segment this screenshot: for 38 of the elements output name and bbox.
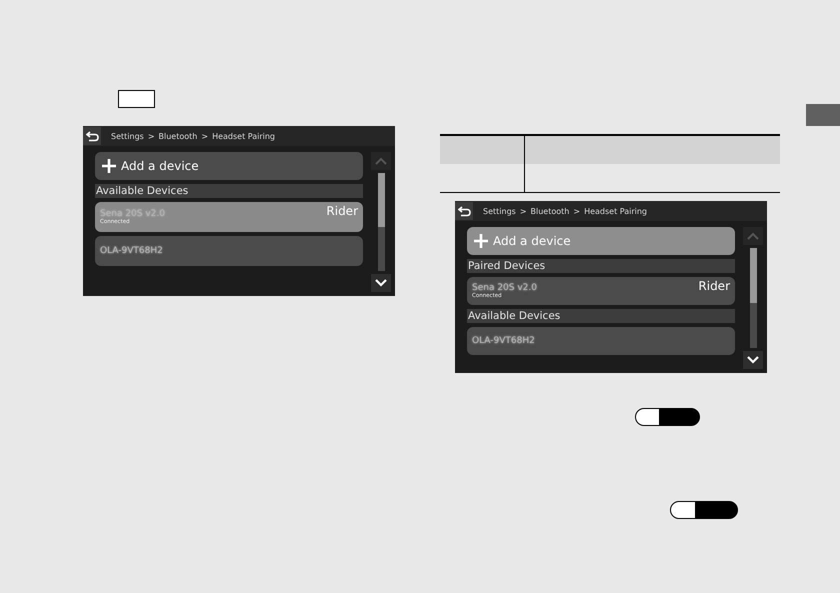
device-name: OLA-9VT68H2 — [472, 336, 536, 346]
breadcrumb-separator: > — [573, 206, 580, 216]
add-device-button[interactable]: Add a device — [95, 152, 363, 180]
section-heading: Paired Devices — [467, 259, 735, 273]
back-icon — [458, 206, 470, 216]
device-role: Rider — [698, 279, 730, 293]
plus-icon — [101, 158, 117, 174]
breadcrumb-item[interactable]: Bluetooth — [530, 206, 570, 216]
breadcrumb-item[interactable]: Settings — [111, 132, 144, 140]
scroll-down-button[interactable] — [371, 274, 391, 292]
device-row[interactable]: OLA-9VT68H2 — [467, 327, 735, 355]
device-role: Rider — [326, 204, 358, 218]
plus-icon — [473, 233, 489, 249]
chevron-down-icon — [375, 279, 387, 287]
scroll-down-button[interactable] — [743, 351, 763, 369]
chevron-up-icon — [747, 232, 759, 240]
toggle-icon — [635, 408, 700, 426]
breadcrumb-separator: > — [201, 132, 208, 140]
chevron-up-icon — [375, 157, 387, 165]
chevron-down-icon — [747, 356, 759, 364]
device-row[interactable]: OLA-9VT68H2 — [95, 236, 363, 266]
key-box — [118, 90, 155, 108]
scroll-thumb[interactable] — [750, 248, 756, 303]
back-icon — [86, 130, 98, 142]
breadcrumb-separator: > — [148, 132, 155, 140]
toggle-icon — [670, 501, 738, 519]
breadcrumb-item[interactable]: Headset Pairing — [212, 132, 275, 140]
scroll-thumb[interactable] — [378, 173, 384, 227]
back-button[interactable] — [455, 202, 473, 220]
breadcrumb-item[interactable]: Bluetooth — [158, 132, 198, 140]
breadcrumb-item[interactable]: Headset Pairing — [584, 206, 647, 216]
breadcrumb-separator: > — [520, 206, 527, 216]
device-name: OLA-9VT68H2 — [100, 246, 164, 256]
back-button[interactable] — [83, 127, 101, 145]
section-heading: Available Devices — [467, 309, 735, 323]
device-name: Sena 20S v2.0 — [472, 283, 538, 293]
section-heading: Available Devices — [95, 184, 363, 198]
breadcrumb-item[interactable]: Settings — [483, 206, 516, 216]
